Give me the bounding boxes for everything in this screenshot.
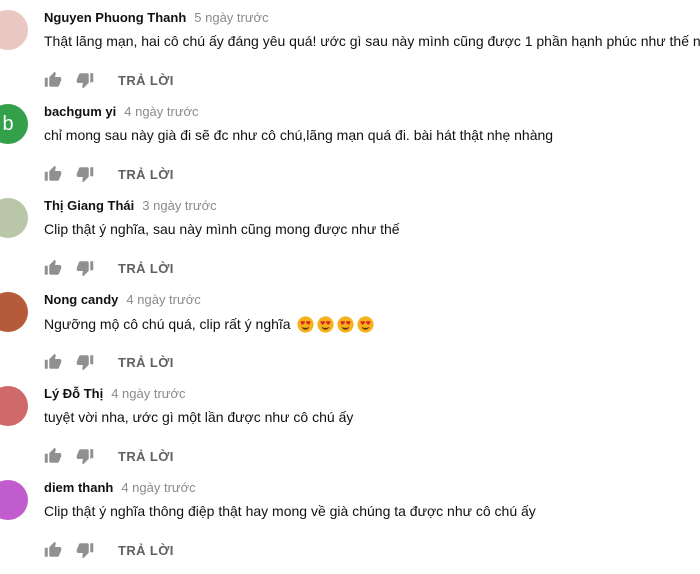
comment-actions: TRẢ LỜI — [44, 350, 174, 374]
comment-item: Thị Giang Thái 3 ngày trước Clip thật ý … — [0, 198, 700, 292]
comment-text: Thật lãng mạn, hai cô chú ấy đáng yêu qu… — [44, 33, 700, 49]
avatar[interactable] — [0, 480, 28, 520]
avatar[interactable] — [0, 198, 28, 238]
comment-time[interactable]: 4 ngày trước — [126, 292, 200, 307]
avatar-letter: b — [2, 112, 14, 135]
avatar[interactable]: b — [0, 104, 28, 144]
reply-button[interactable]: TRẢ LỜI — [118, 73, 174, 88]
thumb-up-icon[interactable] — [44, 165, 62, 183]
author-name[interactable]: Nong candy — [44, 292, 118, 307]
comment-header: bachgum yi 4 ngày trước — [44, 104, 199, 124]
comment-actions: TRẢ LỜI — [44, 444, 174, 468]
avatar[interactable] — [0, 10, 28, 50]
heart-eyes-emoji-icon — [337, 316, 354, 333]
comment-actions: TRẢ LỜI — [44, 162, 174, 186]
comment-actions: TRẢ LỜI — [44, 538, 174, 562]
thumb-up-icon[interactable] — [44, 259, 62, 277]
thumb-down-icon[interactable] — [76, 259, 94, 277]
author-name[interactable]: Nguyen Phuong Thanh — [44, 10, 186, 25]
comment-header: Thị Giang Thái 3 ngày trước — [44, 198, 217, 218]
comment-text: chỉ mong sau này già đi sẽ đc như cô chú… — [44, 127, 553, 143]
heart-eyes-emoji-icon — [317, 316, 334, 333]
thumb-down-icon[interactable] — [76, 71, 94, 89]
comment-time[interactable]: 4 ngày trước — [121, 480, 195, 495]
comment-text-body: Thật lãng mạn, hai cô chú ấy đáng yêu qu… — [44, 33, 700, 49]
comment-text: tuyệt vời nha, ước gì một lần được như c… — [44, 409, 353, 425]
comment-header: Nguyen Phuong Thanh 5 ngày trước — [44, 10, 269, 30]
comment-time[interactable]: 4 ngày trước — [111, 386, 185, 401]
comment-item: Nguyen Phuong Thanh 5 ngày trước Thật lã… — [0, 10, 700, 104]
comment-text: Clip thật ý nghĩa thông điệp thật hay mo… — [44, 503, 536, 519]
comment-item: Nong candy 4 ngày trước Ngưỡng mộ cô chú… — [0, 292, 700, 386]
thumb-up-icon[interactable] — [44, 71, 62, 89]
comment-header: diem thanh 4 ngày trước — [44, 480, 196, 500]
reply-button[interactable]: TRẢ LỜI — [118, 355, 174, 370]
comment-item: diem thanh 4 ngày trước Clip thật ý nghĩ… — [0, 480, 700, 574]
thumb-down-icon[interactable] — [76, 165, 94, 183]
avatar[interactable] — [0, 292, 28, 332]
comment-header: Lý Đỗ Thị 4 ngày trước — [44, 386, 186, 406]
comment-text: Clip thật ý nghĩa, sau này mình cũng mon… — [44, 221, 400, 237]
comment-time[interactable]: 3 ngày trước — [142, 198, 216, 213]
thumb-down-icon[interactable] — [76, 353, 94, 371]
comment-item: Lý Đỗ Thị 4 ngày trước tuyệt vời nha, ướ… — [0, 386, 700, 480]
author-name[interactable]: bachgum yi — [44, 104, 116, 119]
comment-item: b bachgum yi 4 ngày trước chỉ mong sau n… — [0, 104, 700, 198]
comment-time[interactable]: 5 ngày trước — [194, 10, 268, 25]
comment-text: Ngưỡng mộ cô chú quá, clip rất ý nghĩa — [44, 315, 374, 333]
comment-actions: TRẢ LỜI — [44, 68, 174, 92]
avatar[interactable] — [0, 386, 28, 426]
heart-eyes-emoji-icon — [357, 316, 374, 333]
reply-button[interactable]: TRẢ LỜI — [118, 543, 174, 558]
comment-text-body: chỉ mong sau này già đi sẽ đc như cô chú… — [44, 127, 554, 143]
comment-text-body: Ngưỡng mộ cô chú quá, clip rất ý nghĩa — [44, 315, 291, 332]
reply-button[interactable]: TRẢ LỜI — [118, 167, 174, 182]
author-name[interactable]: diem thanh — [44, 480, 113, 495]
thumb-down-icon[interactable] — [76, 447, 94, 465]
thumb-down-icon[interactable] — [76, 541, 94, 559]
reply-button[interactable]: TRẢ LỜI — [118, 261, 174, 276]
comment-text-body: tuyệt vời nha, ước gì một lần được như c… — [44, 409, 354, 425]
reply-button[interactable]: TRẢ LỜI — [118, 449, 174, 464]
thumb-up-icon[interactable] — [44, 353, 62, 371]
comment-time[interactable]: 4 ngày trước — [124, 104, 198, 119]
thumb-up-icon[interactable] — [44, 447, 62, 465]
thumb-up-icon[interactable] — [44, 541, 62, 559]
author-name[interactable]: Thị Giang Thái — [44, 198, 134, 213]
author-name[interactable]: Lý Đỗ Thị — [44, 386, 103, 401]
comment-actions: TRẢ LỜI — [44, 256, 174, 280]
comment-text-body: Clip thật ý nghĩa thông điệp thật hay mo… — [44, 503, 536, 519]
heart-eyes-emoji-icon — [297, 316, 314, 333]
emoji-group — [291, 315, 374, 333]
comment-header: Nong candy 4 ngày trước — [44, 292, 201, 312]
comment-text-body: Clip thật ý nghĩa, sau này mình cũng mon… — [44, 221, 400, 237]
